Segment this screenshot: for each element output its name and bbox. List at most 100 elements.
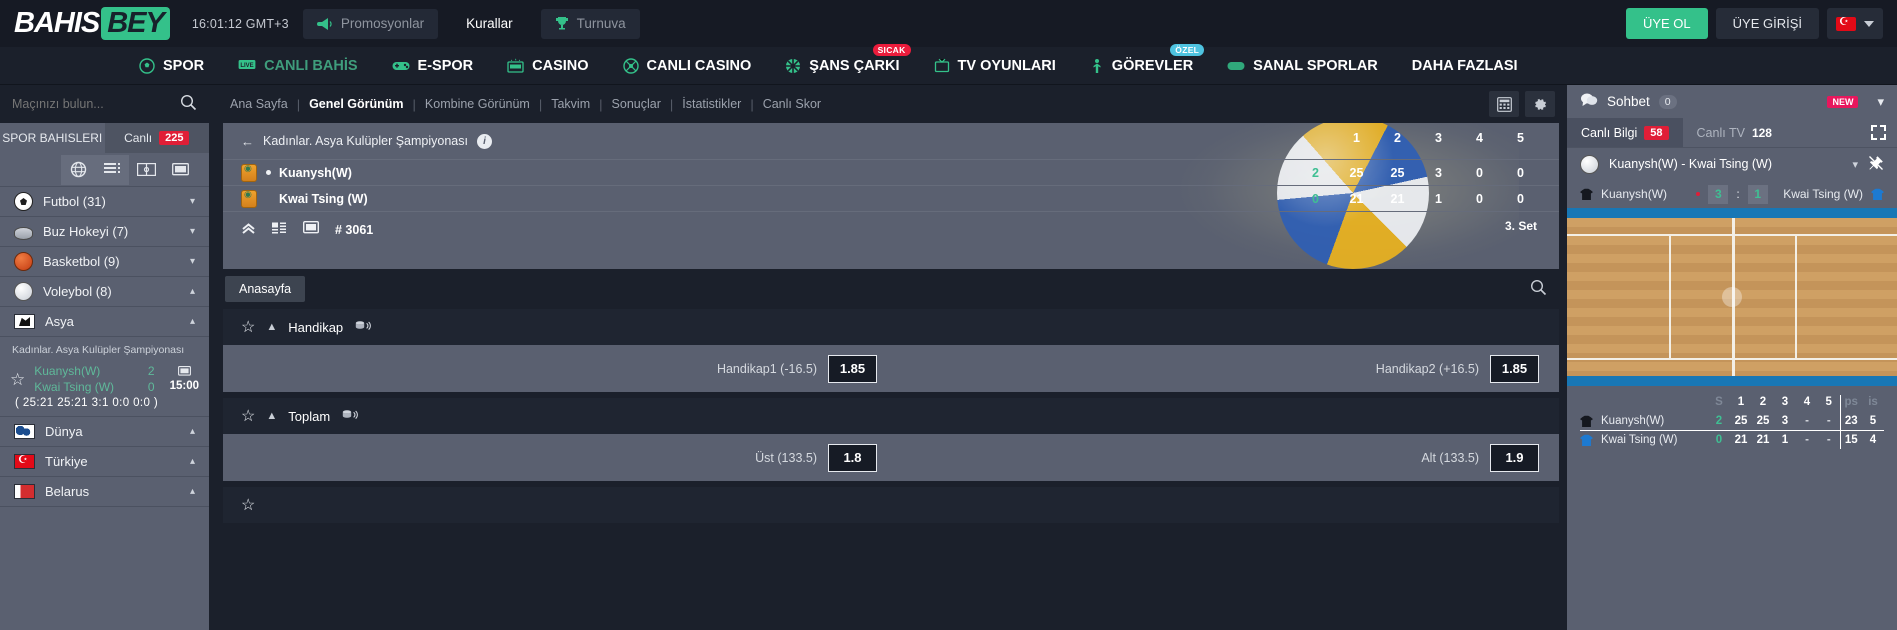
odd-button[interactable]: 1.8: [828, 443, 877, 472]
nav-item-spor[interactable]: SPOR: [122, 47, 221, 85]
sidebar-item-dunya[interactable]: Dünya ▴: [0, 417, 209, 447]
sidebar-item-buz-hokeyi[interactable]: Buz Hokeyi (7) ▾: [0, 217, 209, 247]
selection-right[interactable]: Alt (133.5) 1.9: [885, 443, 1559, 472]
nav-item-daha-fazlasi[interactable]: DAHA FAZLASI: [1395, 47, 1535, 85]
tab-live[interactable]: Canlı 225: [105, 123, 210, 153]
market-header[interactable]: ☆ ▲ Toplam: [223, 398, 1559, 434]
team1-set2: 25: [1390, 165, 1405, 180]
sidebar-item-belarus[interactable]: Belarus ▴: [0, 477, 209, 507]
favorite-star-icon[interactable]: ☆: [241, 406, 255, 426]
tournament-button[interactable]: Turnuva: [540, 8, 640, 39]
sidebar-item-label: Futbol (31): [43, 194, 106, 209]
subnav-kombine-gorunum[interactable]: Kombine Görünüm: [416, 97, 539, 111]
stats-header-row: S 1 2 3 4 5 ps is: [1580, 395, 1884, 412]
favorite-star-icon[interactable]: ☆: [10, 371, 25, 388]
subnav-istatistikler[interactable]: İstatistikler: [673, 97, 750, 111]
nav-item-tv-oyunlari[interactable]: TV OYUNLARI: [917, 47, 1073, 85]
hockey-puck-icon: [14, 226, 33, 240]
sidebar-item-voleybol[interactable]: Voleybol (8) ▴: [0, 277, 209, 307]
stats-view-icon[interactable]: [272, 222, 287, 238]
tab-canli-tv[interactable]: Canlı TV 128: [1683, 118, 1786, 147]
nav-item-canli-bahis[interactable]: LIVE CANLI BAHİS: [221, 47, 374, 85]
back-arrow-icon[interactable]: ←: [241, 134, 254, 149]
odd-button[interactable]: 1.85: [828, 354, 877, 383]
scoreboard-team-row: Kwai Tsing (W) 0 21 21 1 0 0: [223, 185, 1559, 211]
chevron-down-icon[interactable]: ▾: [1852, 158, 1858, 171]
chevron-up-icon: ▴: [189, 456, 195, 467]
info-icon[interactable]: i: [476, 133, 492, 149]
market-header[interactable]: ☆: [223, 487, 1559, 523]
search-icon[interactable]: [180, 94, 197, 114]
roulette-icon: [622, 57, 639, 74]
sidebar-match-time-block: 15:00: [170, 366, 199, 392]
pitch-view-icon[interactable]: [129, 155, 163, 185]
sidebar-search[interactable]: [0, 85, 209, 123]
chevron-up-icon[interactable]: ▲: [266, 410, 277, 422]
belarus-flag-icon: [14, 484, 35, 499]
volleyball-court-view[interactable]: [1567, 218, 1897, 376]
set-header-3: 3: [1435, 131, 1442, 145]
nav-item-sans-carki[interactable]: ŞANS ÇARKI SICAK: [768, 43, 916, 85]
login-button[interactable]: ÜYE GİRİŞİ: [1715, 8, 1819, 39]
signup-button[interactable]: ÜYE OL: [1625, 8, 1708, 39]
sidebar-item-asya[interactable]: Asya ▴: [0, 307, 209, 337]
selection-left[interactable]: Üst (133.5) 1.8: [223, 443, 877, 472]
nav-item-e-spor[interactable]: E-SPOR: [375, 47, 491, 85]
odd-button[interactable]: 1.85: [1490, 354, 1539, 383]
nav-item-canli-casino[interactable]: CANLI CASINO: [606, 47, 769, 85]
tab-anasayfa[interactable]: Anasayfa: [225, 276, 306, 302]
sidebar-item-label: Asya: [45, 314, 74, 329]
monitor-view-icon[interactable]: [163, 155, 197, 185]
favorite-star-icon[interactable]: ☆: [241, 317, 255, 337]
fullscreen-icon[interactable]: [1860, 118, 1897, 147]
collapse-up-icon[interactable]: [241, 222, 256, 238]
favorite-star-icon[interactable]: ☆: [241, 495, 255, 515]
live-count-badge: 225: [159, 131, 190, 145]
team1-name: Kuanysh(W): [34, 364, 101, 378]
chevron-down-icon[interactable]: ▾: [1877, 94, 1884, 110]
promotions-button[interactable]: Promosyonlar: [302, 8, 439, 39]
odd-button[interactable]: 1.9: [1490, 443, 1539, 472]
right-panel-match-header[interactable]: Kuanysh(W) - Kwai Tsing (W) ▾: [1567, 147, 1897, 180]
subnav-genel-gorunum[interactable]: Genel Görünüm: [300, 97, 412, 111]
site-logo[interactable]: BAHIS BEY: [14, 7, 170, 40]
market-search-icon[interactable]: [1530, 279, 1559, 299]
subnav-sonuclar[interactable]: Sonuçlar: [603, 97, 670, 111]
nav-item-gorevler[interactable]: GÖREVLER ÖZEL: [1073, 43, 1210, 85]
nav-item-casino[interactable]: CASINO: [490, 47, 605, 85]
selection-label: Alt (133.5): [1421, 450, 1479, 465]
list-view-icon[interactable]: [95, 154, 129, 185]
sidebar-item-label: Belarus: [45, 484, 90, 499]
subnav-ana-sayfa[interactable]: Ana Sayfa: [221, 97, 297, 111]
search-input[interactable]: [12, 97, 180, 111]
sidebar-match-row[interactable]: ☆ Kuanysh(W) Kwai Tsing (W) 2 0 15:00 (…: [0, 361, 209, 417]
sidebar-item-label: Basketbol (9): [43, 254, 120, 269]
subnav-canli-skor[interactable]: Canlı Skor: [754, 97, 830, 111]
market-partial: ☆: [223, 487, 1559, 523]
team2-scores: 0 21 21 1 0 0: [1295, 192, 1541, 206]
chevron-up-icon[interactable]: ▲: [266, 321, 277, 333]
chat-header[interactable]: Sohbet 0 NEW ▾: [1567, 85, 1897, 118]
sidebar-item-futbol[interactable]: Futbol (31) ▾: [0, 187, 209, 217]
tab-canli-bilgi[interactable]: Canlı Bilgi 58: [1567, 118, 1683, 147]
calculator-icon[interactable]: [1489, 91, 1519, 117]
nav-item-sanal-sporlar[interactable]: SANAL SPORLAR: [1210, 47, 1395, 85]
selection-right[interactable]: Handikap2 (+16.5) 1.85: [885, 354, 1559, 383]
slot-machine-icon: [507, 58, 524, 73]
selection-left[interactable]: Handikap1 (-16.5) 1.85: [223, 354, 877, 383]
sidebar-item-basketbol[interactable]: Basketbol (9) ▾: [0, 247, 209, 277]
chevron-up-icon: ▴: [189, 316, 195, 327]
gear-icon[interactable]: [1525, 91, 1555, 117]
market-header[interactable]: ☆ ▲ Handikap: [223, 309, 1559, 345]
language-selector[interactable]: [1827, 8, 1883, 39]
unpin-icon[interactable]: [1868, 155, 1884, 174]
tab-sport-bets[interactable]: SPOR BAHISLERI: [0, 123, 105, 153]
monitor-icon[interactable]: [302, 220, 320, 238]
sidebar-item-turkiye[interactable]: Türkiye ▴: [0, 447, 209, 477]
rules-button[interactable]: Kurallar: [452, 9, 527, 39]
globe-icon[interactable]: [61, 154, 95, 185]
subnav-takvim[interactable]: Takvim: [542, 97, 599, 111]
team2-shirt-icon: [1580, 434, 1593, 446]
nav-label: DAHA FAZLASI: [1411, 57, 1518, 74]
top-bar: BAHIS BEY 16:01:12 GMT+3 Promosyonlar Kur…: [0, 0, 1897, 47]
